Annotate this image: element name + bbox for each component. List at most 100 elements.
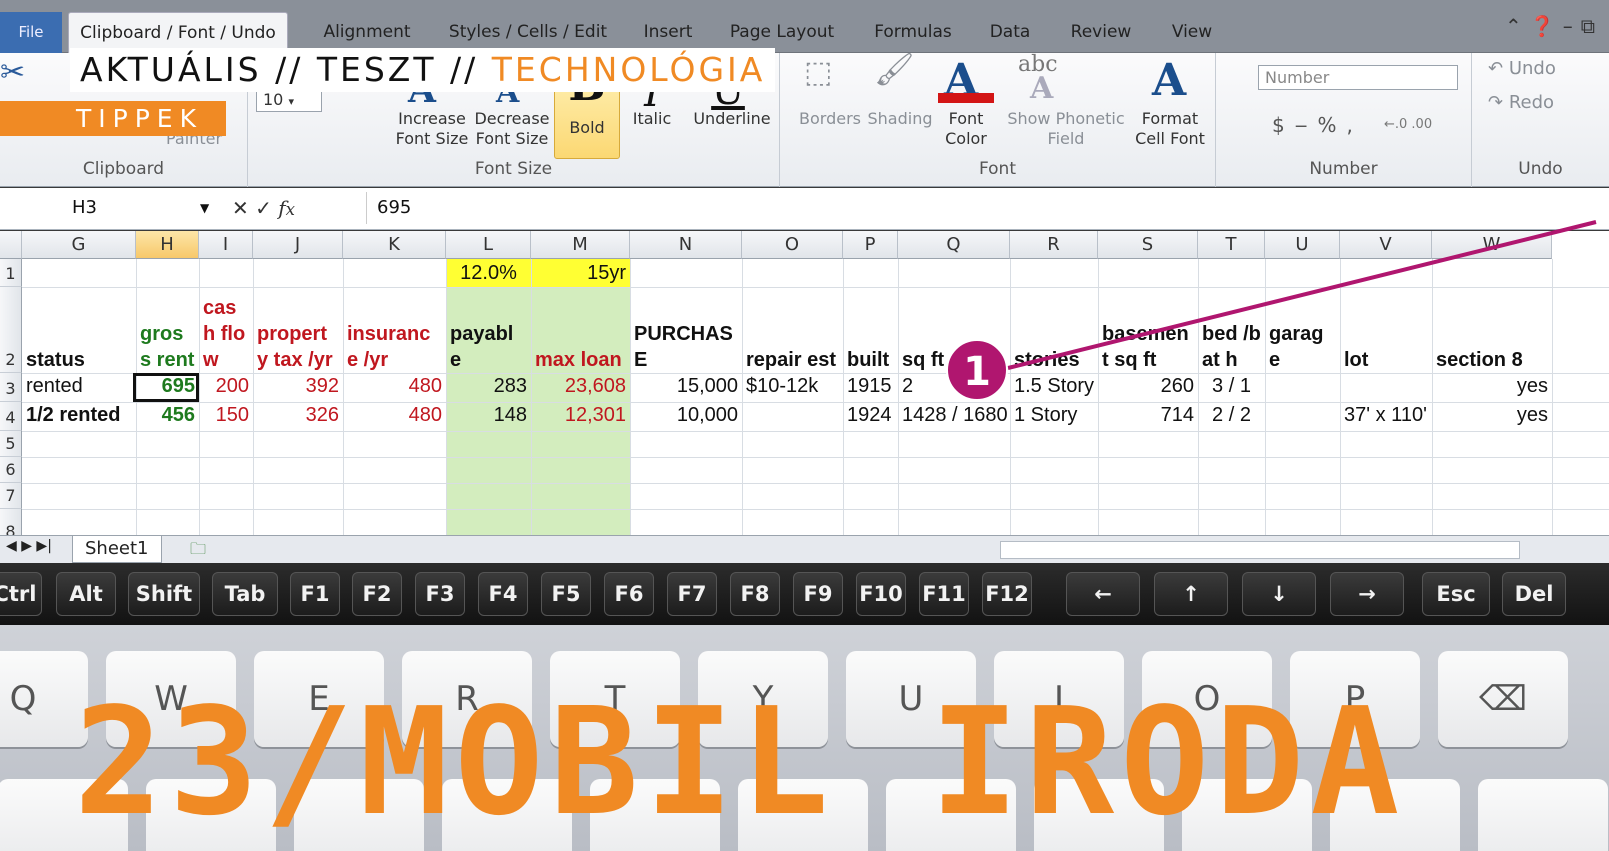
column-header-s[interactable]: S: [1098, 231, 1198, 259]
header-cell-o[interactable]: repair est: [742, 287, 843, 373]
sheet-nav-icons[interactable]: ◀ ▶ ▶|: [6, 538, 52, 554]
column-header-r[interactable]: R: [1010, 231, 1098, 259]
cell-r3[interactable]: 1.5 Story: [1010, 373, 1098, 402]
shortcut-key-0[interactable]: Ctrl: [0, 572, 42, 616]
shortcut-key-4[interactable]: F1: [290, 572, 340, 616]
header-cell-h[interactable]: gros s rent: [136, 287, 199, 373]
cell-t3[interactable]: 3 / 1: [1198, 373, 1265, 402]
formula-input[interactable]: 695: [366, 192, 411, 224]
underline-button[interactable]: Underline: [684, 109, 780, 129]
cell-m4[interactable]: 12,301: [531, 402, 630, 431]
shortcut-key-18[interactable]: ↓: [1242, 572, 1316, 616]
header-cell-w[interactable]: section 8: [1432, 287, 1552, 373]
cell-g3[interactable]: rented: [22, 373, 136, 402]
row-header-1[interactable]: 1: [0, 259, 22, 287]
cell-k3[interactable]: 480: [343, 373, 446, 402]
row-header-5[interactable]: 5: [0, 431, 22, 457]
help-icon[interactable]: ❓: [1530, 14, 1563, 38]
backspace-key[interactable]: ⌫: [1438, 651, 1568, 747]
insert-sheet-icon[interactable]: 🗀: [190, 538, 206, 565]
increase-font-button[interactable]: Increase Font Size: [392, 109, 472, 149]
shortcut-key-6[interactable]: F3: [415, 572, 465, 616]
tab-alignment[interactable]: Alignment: [312, 12, 422, 53]
phonetic-button[interactable]: Show Phonetic Field: [1002, 109, 1130, 149]
header-cell-g[interactable]: status: [22, 287, 136, 373]
cell-u3[interactable]: [1265, 373, 1340, 402]
cell-n3[interactable]: 15,000: [630, 373, 742, 402]
column-header-j[interactable]: J: [253, 231, 343, 259]
decimal-icons[interactable]: ←.0 .00: [1384, 115, 1432, 135]
cell-s4[interactable]: 714: [1098, 402, 1198, 431]
cell-m3[interactable]: 23,608: [531, 373, 630, 402]
format-cell-font-button[interactable]: Format Cell Font: [1128, 109, 1212, 149]
cell-i3[interactable]: 200: [199, 373, 253, 402]
column-header-m[interactable]: M: [531, 231, 630, 259]
borders-button[interactable]: Borders: [792, 109, 868, 129]
worksheet[interactable]: G H I J K L M N O P Q R S T U V W 1 2 3 4 5 6 7 8 12.0% 15yr status…: [0, 231, 1609, 546]
shortcut-key-17[interactable]: ↑: [1154, 572, 1228, 616]
column-header-p[interactable]: P: [843, 231, 898, 259]
cell-w3[interactable]: yes: [1432, 373, 1552, 402]
shortcut-key-7[interactable]: F4: [478, 572, 528, 616]
row-header-6[interactable]: 6: [0, 457, 22, 483]
header-cell-m[interactable]: max loan: [531, 287, 630, 373]
tab-data[interactable]: Data: [980, 12, 1040, 53]
shortcut-key-3[interactable]: Tab: [212, 572, 278, 616]
cell-l3[interactable]: 283: [446, 373, 531, 402]
cell-l4[interactable]: 148: [446, 402, 531, 431]
header-cell-j[interactable]: propert y tax /yr: [253, 287, 343, 373]
column-header-t[interactable]: T: [1198, 231, 1265, 259]
number-format-combo[interactable]: Number: [1258, 65, 1458, 90]
cell-n4[interactable]: 10,000: [630, 402, 742, 431]
font-color-button[interactable]: Font Color: [930, 109, 1002, 149]
shortcut-key-1[interactable]: Alt: [56, 572, 116, 616]
name-box[interactable]: H3 ▼: [0, 192, 222, 224]
cut-icon[interactable]: ✂: [0, 58, 25, 88]
column-header-u[interactable]: U: [1265, 231, 1340, 259]
shortcut-key-16[interactable]: ←: [1066, 572, 1140, 616]
shortcut-key-20[interactable]: Esc: [1422, 572, 1490, 616]
tab-review[interactable]: Review: [1058, 12, 1144, 53]
insert-function-icon[interactable]: fx: [278, 196, 295, 220]
minimize-icon[interactable]: –: [1563, 14, 1581, 38]
header-cell-i[interactable]: cas h flow: [199, 287, 253, 373]
column-header-v[interactable]: V: [1340, 231, 1432, 259]
tab-page-layout[interactable]: Page Layout: [720, 12, 844, 53]
header-cell-k[interactable]: insuranc e /yr: [343, 287, 446, 373]
column-header-h[interactable]: H: [136, 231, 199, 259]
cell-i4[interactable]: 150: [199, 402, 253, 431]
collapse-ribbon-icon[interactable]: ⌃: [1505, 14, 1530, 38]
shortcut-key-14[interactable]: F11: [919, 572, 969, 616]
cell-v3[interactable]: [1340, 373, 1432, 402]
shading-button[interactable]: Shading: [862, 109, 938, 129]
cell-o4[interactable]: [742, 402, 843, 431]
cell-l1[interactable]: 12.0%: [446, 260, 531, 287]
keyboard-second-row-key[interactable]: [1478, 779, 1608, 851]
sheet-tab[interactable]: Sheet1: [72, 536, 162, 563]
tab-view[interactable]: View: [1160, 12, 1224, 53]
shortcut-key-11[interactable]: F8: [730, 572, 780, 616]
column-header-q[interactable]: Q: [898, 231, 1010, 259]
header-cell-l[interactable]: payabl e: [446, 287, 531, 373]
tab-styles-cells-edit[interactable]: Styles / Cells / Edit: [440, 12, 616, 53]
cell-w4[interactable]: yes: [1432, 402, 1552, 431]
cell-v4[interactable]: 37' x 110': [1340, 402, 1432, 431]
restore-icon[interactable]: ⧉: [1581, 14, 1603, 38]
column-header-l[interactable]: L: [446, 231, 531, 259]
row-header-7[interactable]: 7: [0, 483, 22, 509]
cell-h4[interactable]: 456: [136, 402, 199, 431]
cell-g4[interactable]: 1/2 rented: [22, 402, 136, 431]
column-header-w[interactable]: W: [1432, 231, 1552, 259]
redo-button[interactable]: ↷ Redo: [1488, 93, 1554, 113]
row-header-2[interactable]: 2: [0, 287, 22, 373]
shortcut-key-9[interactable]: F6: [604, 572, 654, 616]
row-header-4[interactable]: 4: [0, 402, 22, 431]
column-header-k[interactable]: K: [343, 231, 446, 259]
number-format-icons[interactable]: $‒%,: [1272, 115, 1363, 135]
cell-k4[interactable]: 480: [343, 402, 446, 431]
shortcut-key-19[interactable]: →: [1330, 572, 1404, 616]
shortcut-key-5[interactable]: F2: [352, 572, 402, 616]
cell-t4[interactable]: 2 / 2: [1198, 402, 1265, 431]
column-header-i[interactable]: I: [199, 231, 253, 259]
tab-clipboard-font-undo[interactable]: Clipboard / Font / Undo: [68, 12, 288, 53]
